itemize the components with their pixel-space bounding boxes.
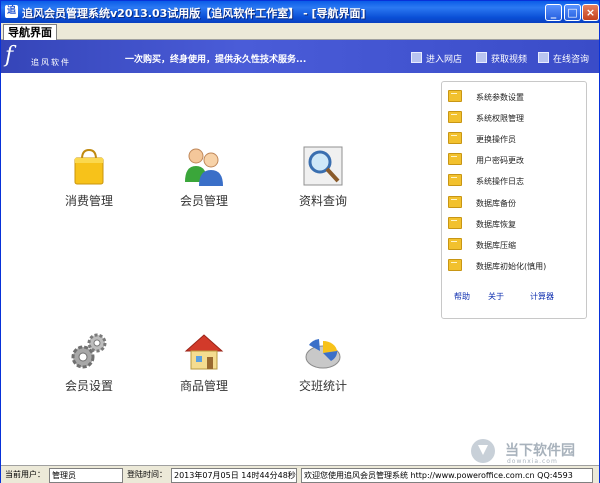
help-link[interactable]: 帮助 <box>454 291 470 302</box>
panel-item-change-operator[interactable]: 更换操作员 <box>448 132 516 146</box>
checkbox-icon <box>411 52 422 63</box>
magnifier-icon <box>303 146 343 186</box>
panel-item-db-compress[interactable]: 数据库压缩 <box>448 238 516 252</box>
book-icon <box>448 238 462 250</box>
panel-item-operation-log[interactable]: 系统操作日志 <box>448 174 524 188</box>
book-icon <box>448 90 462 102</box>
logo-text: 追风软件 <box>31 58 71 67</box>
book-icon <box>448 174 462 186</box>
panel-item-db-init[interactable]: 数据库初始化(慎用) <box>448 259 546 273</box>
book-icon <box>448 153 462 165</box>
current-user-label: 当前用户： <box>5 470 45 479</box>
maximize-button[interactable]: □ <box>564 4 581 21</box>
gears-icon <box>71 333 107 369</box>
tile-label: 会员管理 <box>179 194 228 208</box>
app-window: 追 追风会员管理系统v2013.03试用版【追风软件工作室】 - [导航界面] … <box>0 0 600 483</box>
book-icon <box>448 132 462 144</box>
tab-navigation[interactable]: 导航界面 <box>3 24 57 40</box>
tile-label: 商品管理 <box>179 379 228 393</box>
pie-chart-icon <box>305 339 341 369</box>
status-message: 欢迎您使用追风会员管理系统 http://www.poweroffice.com… <box>301 468 593 483</box>
link-get-video[interactable]: 获取视频 <box>476 52 527 65</box>
panel-item-change-password[interactable]: 用户密码更改 <box>448 153 524 167</box>
tile-label: 消费管理 <box>64 194 113 208</box>
app-icon: 追 <box>5 5 18 18</box>
tile-label: 交班统计 <box>298 379 347 393</box>
book-icon <box>448 196 462 208</box>
title-bar[interactable]: 追 追风会员管理系统v2013.03试用版【追风软件工作室】 - [导航界面] … <box>1 1 599 23</box>
status-bar: 当前用户： 管理员 登陆时间： 2013年07月05日 14时44分48秒 欢迎… <box>1 465 599 483</box>
download-icon <box>471 439 495 463</box>
banner: f 追风软件 一次购买，终身使用，提供永久性技术服务... 进入网店 获取视频 … <box>1 40 599 73</box>
login-time-value: 2013年07月05日 14时44分48秒 <box>171 468 297 483</box>
members-icon <box>185 148 223 186</box>
tile-label: 会员设置 <box>64 379 113 393</box>
watermark-text: 当下软件园 <box>505 443 575 459</box>
login-time-label: 登陆时间： <box>127 470 167 479</box>
logo-icon: f <box>5 43 14 68</box>
book-icon <box>448 111 462 123</box>
book-icon <box>448 217 462 229</box>
current-user-value: 管理员 <box>49 468 123 483</box>
link-online-consult[interactable]: 在线咨询 <box>538 52 589 65</box>
panel-item-permissions[interactable]: 系统权限管理 <box>448 111 524 125</box>
watermark-sub: downxia.com <box>507 458 558 465</box>
slogan: 一次购买，终身使用，提供永久性技术服务... <box>125 55 307 65</box>
navigation-area: 消费管理 会员管理 资料查询 会员设置 商品管理 交班统计 系统参数设置 系统权… <box>1 73 599 465</box>
book-icon <box>448 259 462 271</box>
calculator-link[interactable]: 计算器 <box>530 291 554 302</box>
checkbox-icon <box>476 52 487 63</box>
tile-label: 资料查询 <box>298 194 347 208</box>
checkbox-icon <box>538 52 549 63</box>
window-title: 追风会员管理系统v2013.03试用版【追风软件工作室】 - [导航界面] <box>22 7 366 20</box>
shopping-bag-icon <box>74 148 104 185</box>
link-enter-shop[interactable]: 进入网店 <box>411 52 462 65</box>
minimize-button[interactable]: _ <box>545 4 562 21</box>
close-button[interactable]: × <box>582 4 599 21</box>
function-panel: 系统参数设置 系统权限管理 更换操作员 用户密码更改 系统操作日志 数据库备份 … <box>441 81 587 319</box>
panel-item-system-params[interactable]: 系统参数设置 <box>448 90 524 104</box>
panel-item-db-backup[interactable]: 数据库备份 <box>448 196 516 210</box>
house-icon <box>184 334 224 370</box>
about-link[interactable]: 关于 <box>488 291 504 302</box>
tab-strip: 导航界面 <box>1 23 599 40</box>
panel-item-db-restore[interactable]: 数据库恢复 <box>448 217 516 231</box>
